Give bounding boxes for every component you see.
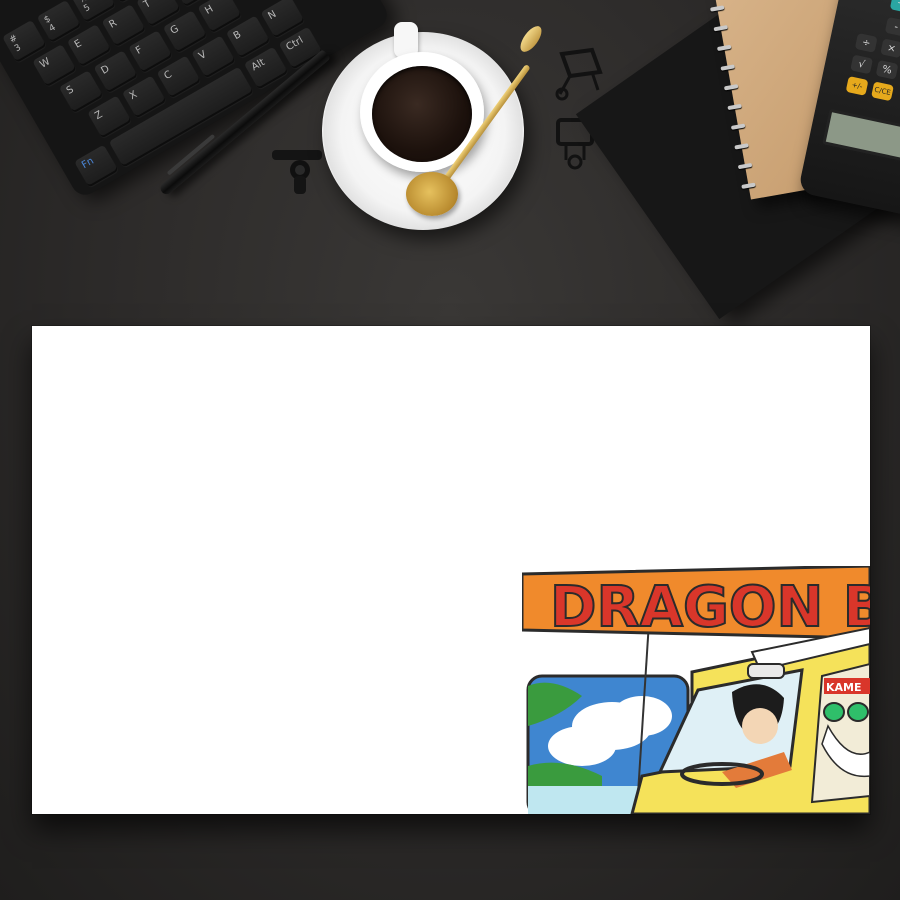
calculator-display bbox=[822, 108, 900, 164]
calc-key: % bbox=[875, 59, 899, 80]
calc-key: +/- bbox=[845, 76, 869, 96]
key-fn: Fn bbox=[74, 144, 119, 188]
calc-key: - bbox=[884, 16, 900, 37]
calc-key: ÷ bbox=[854, 32, 878, 53]
binder-clip-icon bbox=[555, 47, 603, 101]
desk-scene: # 3 $ 4 % 5 ^ 6 & 7 W E R T Y U S D F G … bbox=[0, 0, 900, 900]
dragon-ball-artwork: DRAGON BALL KAME bbox=[522, 566, 870, 814]
coffee bbox=[372, 66, 472, 162]
clip-icon bbox=[272, 150, 322, 194]
dragon-ball-logo: DRAGON BALL bbox=[522, 566, 870, 641]
calc-key: C/CE bbox=[871, 81, 894, 102]
headband-text: KAME bbox=[826, 681, 862, 694]
logo-text: DRAGON BALL bbox=[550, 575, 870, 640]
spoon-bowl bbox=[406, 172, 458, 216]
calc-key: × bbox=[880, 38, 900, 59]
blank-card: DRAGON BALL KAME bbox=[32, 326, 870, 814]
calc-key: √ bbox=[850, 54, 874, 75]
spoon-tip bbox=[516, 22, 546, 56]
calc-key-plus: + bbox=[889, 0, 900, 14]
